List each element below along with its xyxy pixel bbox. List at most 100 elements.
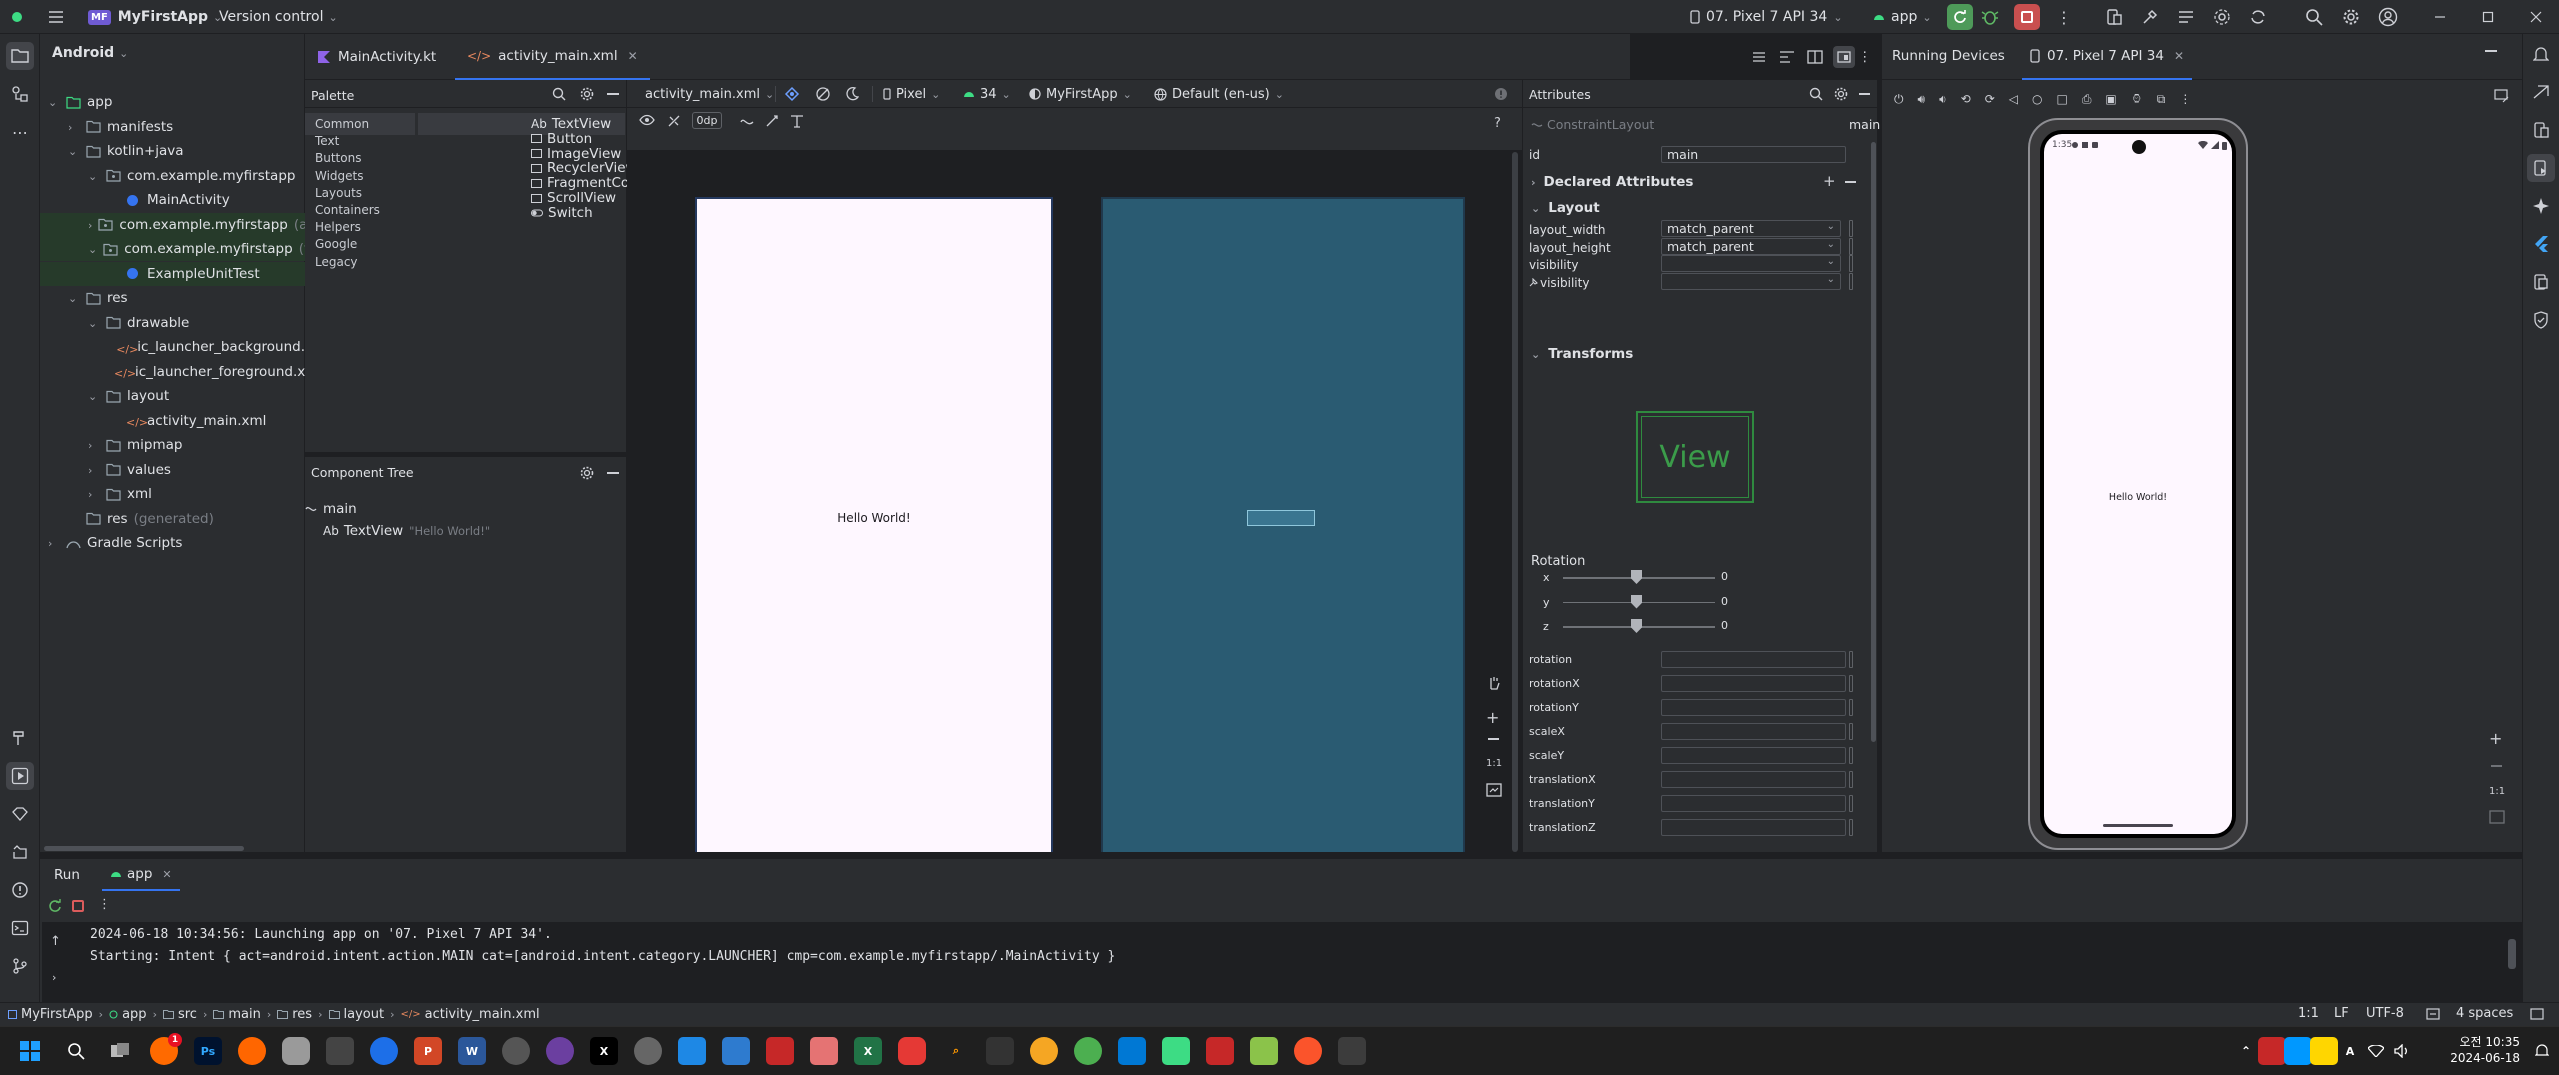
view-options-eye-icon[interactable] [639,114,655,126]
tray-app-icon-3[interactable] [2310,1037,2338,1065]
stop-icon[interactable] [72,900,84,912]
maps-pin-icon[interactable] [370,1037,398,1065]
transform-field-input[interactable] [1661,771,1846,788]
memory-indicator-icon[interactable] [2530,1008,2544,1020]
tree-item[interactable]: res (generated) [40,507,305,531]
overview-icon[interactable]: □ [2056,92,2067,106]
device-hello-world-text[interactable]: Hello World! [2044,492,2232,503]
resource-picker-button[interactable] [1849,237,1853,255]
terminal-app-icon[interactable] [986,1037,1014,1065]
minimize-icon[interactable] [607,472,619,474]
volume-up-icon[interactable]: 🔊︎ [1918,92,1926,107]
tree-item[interactable]: ⌄ layout [40,384,305,408]
clock-time[interactable]: 오전 10:35 [2440,1033,2520,1050]
breadcrumb-item[interactable]: main [213,1007,261,1022]
chrome-icon[interactable] [1074,1037,1102,1065]
screenshot-icon[interactable]: ⎙ [2082,92,2092,107]
settings-gear-icon[interactable] [2342,0,2360,34]
blueprint-preview[interactable] [1101,197,1465,852]
acrobat-icon[interactable] [766,1037,794,1065]
tree-item[interactable]: › Gradle Scripts [40,531,305,555]
chevron-down-icon[interactable]: ⌄ [88,170,100,183]
resource-manager-icon[interactable] [6,80,34,108]
database-icon[interactable] [282,1037,310,1065]
excel-icon[interactable]: X [854,1037,882,1065]
theme-selector[interactable]: MyFirstApp ⌄ [1029,80,1132,108]
expand-icon[interactable]: › [52,971,56,984]
device-selector[interactable]: 07. Pixel 7 API 34 ⌄ [1690,0,1843,34]
rotation-slider-thumb[interactable] [1631,594,1642,609]
default-margin-selector[interactable]: 0dp [692,112,722,129]
zoom-in-icon[interactable]: + [1486,708,1499,727]
android-studio-app-icon[interactable] [1162,1037,1190,1065]
game-app-icon[interactable] [898,1037,926,1065]
tree-child-textview[interactable]: Ab TextView "Hello World!" [323,521,490,541]
resource-picker-button[interactable] [1849,651,1853,668]
fit-screen-icon[interactable] [1486,783,1502,797]
minimize-window-icon[interactable] [2434,0,2446,34]
layout-inspector-icon[interactable] [2177,0,2195,34]
running-devices-icon[interactable] [2527,154,2555,182]
chevron-down-icon[interactable]: ⌄ [88,243,97,256]
gesture-nav-bar[interactable] [2103,824,2173,827]
orange-app-icon[interactable] [238,1037,266,1065]
transform-field-input[interactable] [1661,795,1846,812]
horizontal-scrollbar[interactable] [44,846,244,851]
layout-section[interactable]: ⌄ Layout [1531,200,1600,216]
file-selector[interactable]: activity_main.xml ⌄ [645,80,774,108]
device-screen[interactable]: 1:35 Hello World! [2044,134,2232,834]
rotate-left-icon[interactable]: ⟲ [1961,92,1971,106]
device-manager-icon[interactable] [2527,116,2555,144]
vertical-scrollbar[interactable] [1512,152,1518,852]
terminal-icon[interactable] [6,914,34,942]
task-view-icon[interactable] [106,1037,134,1065]
word-icon[interactable]: W [458,1037,486,1065]
gemini-assistant-icon[interactable] [2527,78,2555,106]
device-explorer-icon[interactable] [2527,268,2555,296]
breadcrumb-item[interactable]: </> activity_main.xml [400,1007,539,1022]
code-view-icon[interactable] [1779,34,1795,80]
more-icon[interactable]: ⋮ [98,897,111,912]
design-mode-icon[interactable] [784,80,800,108]
more-actions-icon[interactable]: ⋮ [2056,0,2072,34]
security-shield-icon[interactable] [2527,306,2555,334]
account-icon[interactable] [2378,0,2398,34]
project-tool-icon[interactable] [6,42,34,70]
tree-item[interactable]: › values [40,458,305,482]
zoom-ratio[interactable]: 1:1 [2489,786,2505,797]
readonly-toggle-icon[interactable] [2426,1008,2440,1020]
volume-down-icon[interactable]: 🔉︎ [1939,92,1947,107]
powerpoint-icon[interactable]: P [414,1037,442,1065]
pan-hand-icon[interactable] [1486,675,1502,691]
x-twitter-icon[interactable]: X [590,1037,618,1065]
remove-attribute-icon[interactable] [1845,181,1856,183]
search-app-icon[interactable]: ⌕ [942,1037,970,1065]
file-encoding[interactable]: UTF-8 [2366,1006,2404,1021]
chevron-right-icon[interactable]: › [48,537,60,550]
tree-item[interactable]: </> ic_launcher_background. [40,335,305,359]
vcs-selector[interactable]: Version control ⌄ [219,0,338,34]
tree-item[interactable]: ›com.example.myfirstapp(an [40,212,316,237]
ai-sparkle-icon[interactable] [2527,192,2555,220]
notes-app-icon[interactable] [1250,1037,1278,1065]
search-icon[interactable] [1809,87,1823,101]
main-menu-icon[interactable] [48,0,64,34]
tree-item[interactable]: › xml [40,482,305,506]
declared-attributes-section[interactable]: › Declared Attributes [1531,174,1693,190]
brave-icon[interactable] [1294,1037,1322,1065]
run-config-selector[interactable]: app ⌄ [1872,0,1932,34]
paint-app-icon[interactable] [810,1037,838,1065]
resource-picker-button[interactable] [1849,747,1853,764]
tree-item[interactable]: MainActivity [40,188,305,212]
infer-constraints-icon[interactable] [765,114,779,128]
tray-app-icon-1[interactable] [2258,1037,2286,1065]
transform-field-input[interactable] [1661,747,1846,764]
more-tabs-icon[interactable] [1752,34,1766,80]
resource-picker-button[interactable] [1849,699,1853,716]
more-options-icon[interactable]: ⋮ [1858,34,1872,80]
more-tools-icon[interactable]: ⋯ [6,118,34,146]
resource-picker-button[interactable] [1849,220,1853,237]
clear-constraints-icon[interactable] [740,114,754,128]
gear-icon[interactable] [580,87,594,101]
logcat-icon[interactable] [6,838,34,866]
